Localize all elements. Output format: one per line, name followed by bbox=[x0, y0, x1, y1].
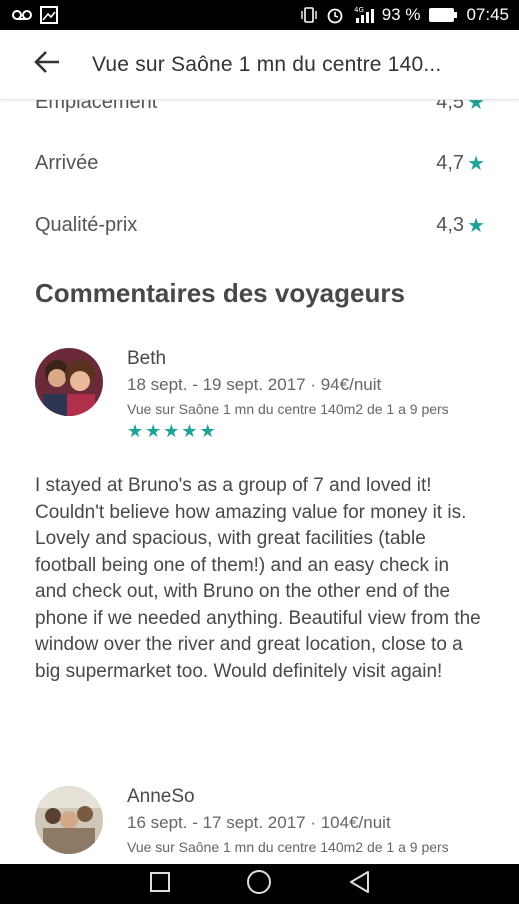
review-dates: 18 sept. - 19 sept. 2017 · 94€/nuit bbox=[127, 375, 382, 394]
alarm-icon bbox=[326, 6, 344, 24]
page-title: Vue sur Saône 1 mn du centre 140... bbox=[92, 52, 442, 76]
vibrate-icon bbox=[300, 6, 318, 24]
review-stars: ★ ★ ★ ★ ★ bbox=[127, 422, 216, 440]
rating-value: 4,5 bbox=[436, 100, 465, 113]
rating-label: Qualité-prix bbox=[35, 214, 138, 236]
reviews-heading: Commentaires des voyageurs bbox=[35, 278, 405, 308]
rating-row-location: Emplacement 4,5 ★ bbox=[35, 100, 485, 115]
review-text: I stayed at Bruno's as a group of 7 and … bbox=[35, 475, 481, 682]
battery-icon bbox=[428, 7, 458, 23]
rating-label: Arrivée bbox=[35, 152, 99, 174]
star-icon: ★ bbox=[467, 215, 485, 237]
review-listing: Vue sur Saône 1 mn du centre 140m2 de 1 … bbox=[127, 401, 449, 417]
rating-row-value: Qualité-prix 4,3 ★ bbox=[35, 213, 485, 238]
circle-icon bbox=[246, 869, 272, 900]
review-dates: 16 sept. - 17 sept. 2017 · 104€/nuit bbox=[127, 813, 391, 832]
clock: 07:45 bbox=[466, 5, 509, 24]
image-icon bbox=[40, 6, 58, 24]
system-nav-bar bbox=[0, 864, 519, 904]
voicemail-icon bbox=[12, 9, 32, 21]
rating-value: 4,7 bbox=[436, 152, 465, 174]
star-icon: ★ bbox=[127, 421, 144, 441]
star-icon: ★ bbox=[163, 421, 180, 441]
rating-value: 4,3 bbox=[436, 214, 465, 236]
star-icon: ★ bbox=[145, 421, 162, 441]
back-nav-button[interactable] bbox=[339, 864, 379, 904]
status-bar: 4G 93 % 07:45 bbox=[0, 0, 519, 30]
recents-button[interactable] bbox=[140, 864, 180, 904]
avatar[interactable] bbox=[35, 348, 103, 416]
review-listing: Vue sur Saône 1 mn du centre 140m2 de 1 … bbox=[127, 839, 449, 855]
triangle-back-icon bbox=[348, 870, 370, 899]
signal-icon: 4G bbox=[352, 6, 374, 24]
reviewer-name: AnneSo bbox=[127, 786, 195, 807]
reviewer-name: Beth bbox=[127, 348, 167, 369]
back-button[interactable] bbox=[12, 30, 82, 100]
rating-label: Emplacement bbox=[35, 100, 158, 113]
square-icon bbox=[149, 871, 171, 898]
star-icon: ★ bbox=[467, 100, 485, 114]
star-icon: ★ bbox=[467, 153, 485, 175]
app-bar: Vue sur Saône 1 mn du centre 140... bbox=[0, 30, 519, 100]
arrow-left-icon bbox=[34, 51, 60, 78]
svg-text:4G: 4G bbox=[354, 6, 364, 14]
star-icon: ★ bbox=[199, 421, 216, 441]
avatar[interactable] bbox=[35, 786, 103, 854]
rating-row-arrival: Arrivée 4,7 ★ bbox=[35, 151, 485, 176]
battery-percent: 93 % bbox=[381, 5, 421, 24]
reviews-content[interactable]: Emplacement 4,5 ★ Arrivée 4,7 ★ Qualité-… bbox=[0, 100, 519, 864]
star-icon: ★ bbox=[181, 421, 198, 441]
home-button[interactable] bbox=[239, 864, 279, 904]
